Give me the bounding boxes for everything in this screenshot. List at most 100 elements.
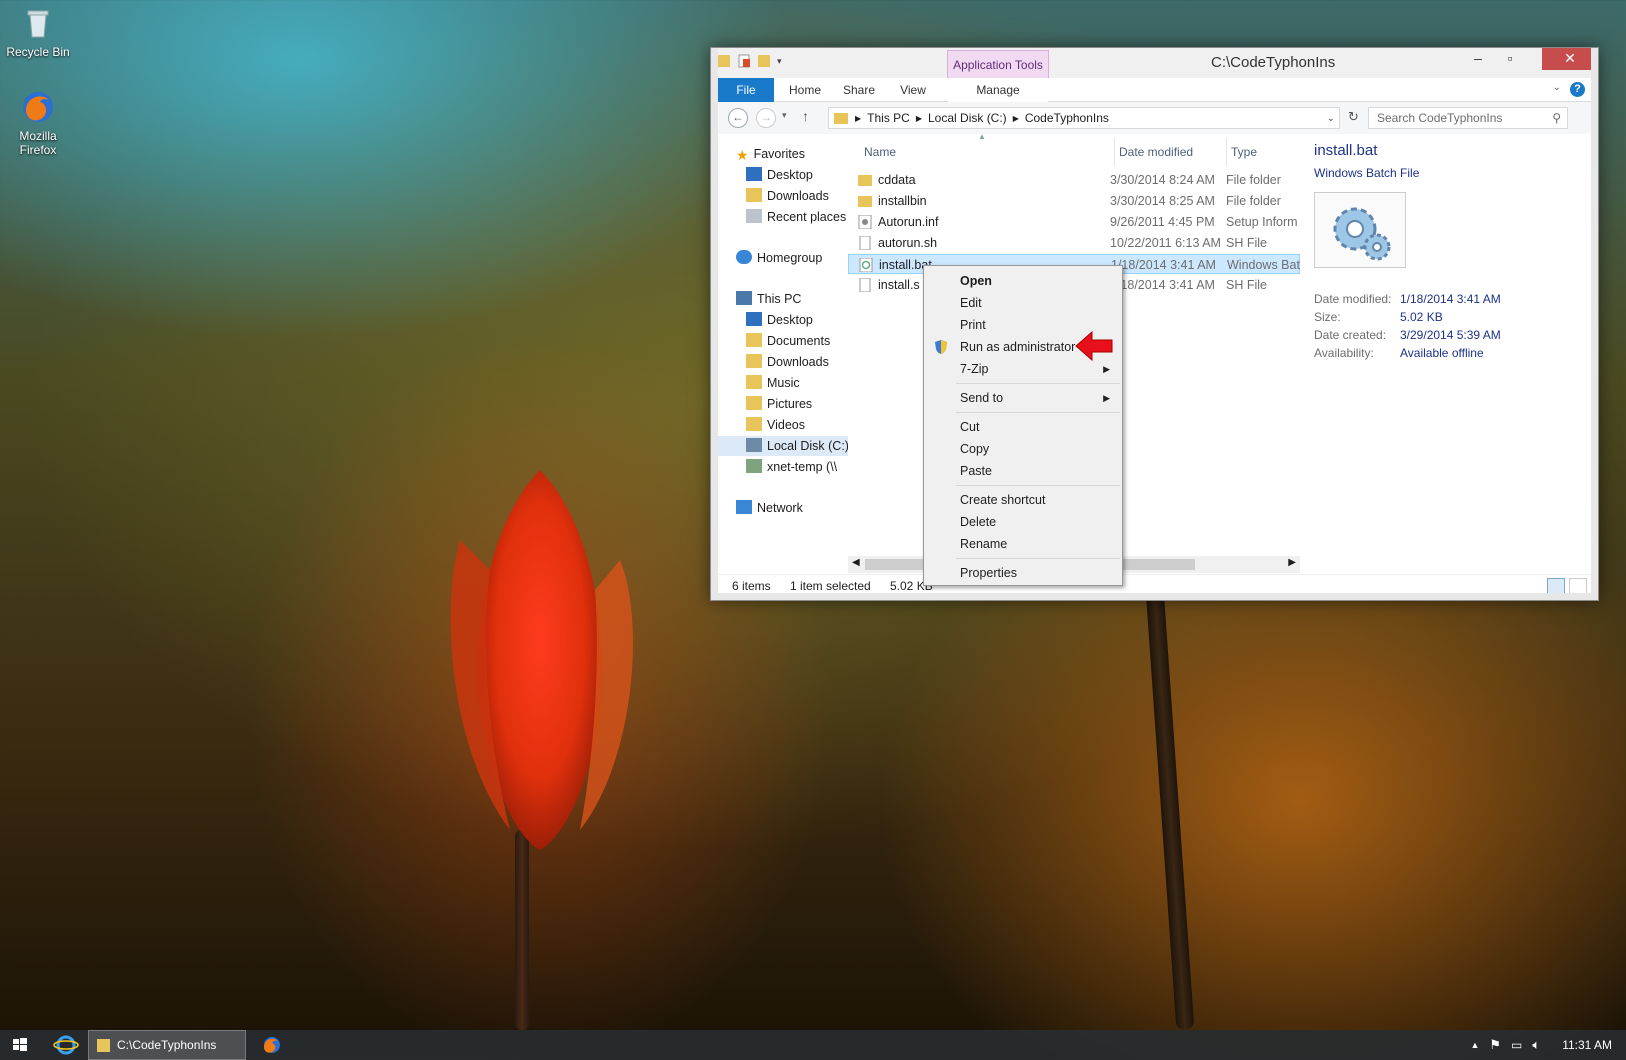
nav-pc-local-disk[interactable]: Local Disk (C:) xyxy=(718,436,848,456)
nav-pc-network-drive[interactable]: xnet-temp (\\ xyxy=(718,457,848,477)
start-button[interactable] xyxy=(0,1030,40,1060)
nav-label: Local Disk (C:) xyxy=(767,439,848,453)
breadcrumb-this-pc[interactable]: This PC xyxy=(867,111,910,125)
nav-label: Downloads xyxy=(767,355,829,369)
search-placeholder: Search CodeTyphonIns xyxy=(1377,111,1503,125)
menu-item-edit[interactable]: Edit xyxy=(926,292,1120,314)
nav-pc-pictures[interactable]: Pictures xyxy=(718,394,848,414)
search-input[interactable]: Search CodeTyphonIns ⚲ xyxy=(1368,107,1568,129)
column-header-date[interactable]: Date modified xyxy=(1114,138,1193,166)
address-dropdown-icon[interactable]: ⌄ xyxy=(1327,113,1335,124)
menu-item-open[interactable]: Open xyxy=(926,270,1120,292)
tab-file[interactable]: File xyxy=(718,78,774,102)
address-bar[interactable]: ▶ This PC ▶ Local Disk (C:) ▶ CodeTyphon… xyxy=(828,107,1340,129)
menu-item-send-to[interactable]: Send to ▶ xyxy=(926,387,1120,409)
file-type: File folder xyxy=(1226,194,1281,208)
tab-view[interactable]: View xyxy=(888,78,938,102)
scroll-right-icon[interactable]: ▶ xyxy=(1288,557,1296,568)
menu-item-cut[interactable]: Cut xyxy=(926,416,1120,438)
nav-pc-music[interactable]: Music xyxy=(718,373,848,393)
menu-item-copy[interactable]: Copy xyxy=(926,438,1120,460)
new-folder-icon[interactable] xyxy=(757,53,771,69)
recent-locations-icon[interactable]: ▾ xyxy=(782,110,787,121)
column-header-name[interactable]: Name xyxy=(864,138,896,166)
firefox-taskbar-button[interactable] xyxy=(254,1030,290,1060)
tab-home[interactable]: Home xyxy=(780,78,830,102)
nav-pc-documents[interactable]: Documents xyxy=(718,331,848,351)
column-header-type[interactable]: Type xyxy=(1226,138,1257,166)
explorer-taskbar-button[interactable]: C:\CodeTyphonIns xyxy=(88,1030,246,1060)
nav-favorites[interactable]: ★ Favorites xyxy=(718,144,848,164)
ribbon-expand-icon[interactable]: ⌄ xyxy=(1553,82,1561,93)
nav-label: Network xyxy=(757,501,803,515)
file-row[interactable]: autorun.sh 10/22/2011 6:13 AM SH File xyxy=(848,233,1300,253)
status-bar: 6 items 1 item selected 5.02 KB xyxy=(718,574,1591,596)
details-view-icon[interactable] xyxy=(1547,578,1565,594)
menu-item-properties[interactable]: Properties xyxy=(926,562,1120,584)
tab-manage[interactable]: Manage xyxy=(948,78,1048,102)
internet-explorer-icon xyxy=(53,1035,79,1055)
back-button[interactable]: ← xyxy=(728,108,748,128)
menu-item-rename[interactable]: Rename xyxy=(926,533,1120,555)
show-hidden-icons-icon[interactable]: ▲ xyxy=(1470,1040,1479,1050)
desktop-icon-recycle-bin[interactable]: Recycle Bin xyxy=(0,6,76,59)
file-row[interactable]: installbin 3/30/2014 8:25 AM File folder xyxy=(848,191,1300,211)
setup-info-icon xyxy=(858,215,872,229)
sort-indicator-icon: ▲ xyxy=(978,132,986,141)
folder-icon xyxy=(858,175,872,186)
breadcrumb-local-disk[interactable]: Local Disk (C:) xyxy=(928,111,1007,125)
menu-item-delete[interactable]: Delete xyxy=(926,511,1120,533)
scroll-left-icon[interactable]: ◀ xyxy=(852,557,860,568)
network-icon xyxy=(736,500,752,514)
nav-pc-desktop[interactable]: Desktop xyxy=(718,310,848,330)
menu-item-paste[interactable]: Paste xyxy=(926,460,1120,482)
breadcrumb-codetyphonins[interactable]: CodeTyphonIns xyxy=(1025,111,1109,125)
nav-homegroup[interactable]: Homegroup xyxy=(718,248,848,268)
large-icons-view-icon[interactable] xyxy=(1569,578,1587,594)
qat-dropdown-icon[interactable]: ▾ xyxy=(777,56,782,67)
nav-label: xnet-temp (\\ xyxy=(767,460,838,474)
music-folder-icon xyxy=(746,375,762,389)
nav-favorites-downloads[interactable]: Downloads xyxy=(718,186,848,206)
pictures-folder-icon xyxy=(746,396,762,410)
menu-item-create-shortcut[interactable]: Create shortcut xyxy=(926,489,1120,511)
file-row[interactable]: cddata 3/30/2014 8:24 AM File folder xyxy=(848,170,1300,190)
folder-icon[interactable] xyxy=(717,53,731,69)
title-bar[interactable]: ▾ Application Tools C:\CodeTyphonIns – ▫… xyxy=(711,48,1598,78)
status-selection: 1 item selected xyxy=(790,579,871,593)
nav-favorites-recent[interactable]: Recent places xyxy=(718,207,848,227)
properties-icon[interactable] xyxy=(737,53,751,69)
up-icon[interactable]: ↑ xyxy=(802,108,809,124)
action-center-flag-icon[interactable]: ⚑ xyxy=(1489,1037,1501,1053)
help-icon[interactable]: ? xyxy=(1570,82,1585,97)
menu-separator xyxy=(956,383,1120,384)
volume-icon[interactable]: 🔈︎ xyxy=(1532,1037,1540,1053)
nav-label: This PC xyxy=(757,292,802,306)
ribbon-tabs: File Home Share View Manage ⌄ ? xyxy=(718,78,1591,102)
desktop-icon-firefox[interactable]: Mozilla Firefox xyxy=(0,90,76,157)
nav-pc-downloads[interactable]: Downloads xyxy=(718,352,848,372)
network-status-icon[interactable]: ▭ xyxy=(1511,1038,1522,1052)
background-stem xyxy=(1143,559,1195,1031)
recycle-bin-icon xyxy=(27,10,49,38)
forward-button[interactable]: → xyxy=(756,108,776,128)
refresh-icon[interactable]: ↻ xyxy=(1348,109,1359,125)
maximize-button[interactable]: ▫ xyxy=(1494,48,1526,70)
nav-this-pc[interactable]: This PC xyxy=(718,289,848,309)
file-row[interactable]: Autorun.inf 9/26/2011 4:45 PM Setup Info… xyxy=(848,212,1300,232)
clock[interactable]: 11:31 AM xyxy=(1562,1038,1612,1052)
nav-label: Pictures xyxy=(767,397,813,411)
desktop-icon-label: Mozilla Firefox xyxy=(19,129,57,157)
nav-network[interactable]: Network xyxy=(718,498,848,518)
internet-explorer-taskbar-button[interactable] xyxy=(48,1030,84,1060)
file-name: cddata xyxy=(878,173,916,187)
details-pane: install.bat Windows Batch File Date modi… xyxy=(1300,134,1591,574)
prop-label: Date created: xyxy=(1314,328,1387,342)
minimize-button[interactable]: – xyxy=(1462,48,1494,70)
tab-share[interactable]: Share xyxy=(834,78,884,102)
file-name: Autorun.inf xyxy=(878,215,939,229)
nav-favorites-desktop[interactable]: Desktop xyxy=(718,165,848,185)
nav-pc-videos[interactable]: Videos xyxy=(718,415,848,435)
close-button[interactable]: ✕ xyxy=(1542,48,1598,70)
nav-label: Desktop xyxy=(767,168,813,182)
